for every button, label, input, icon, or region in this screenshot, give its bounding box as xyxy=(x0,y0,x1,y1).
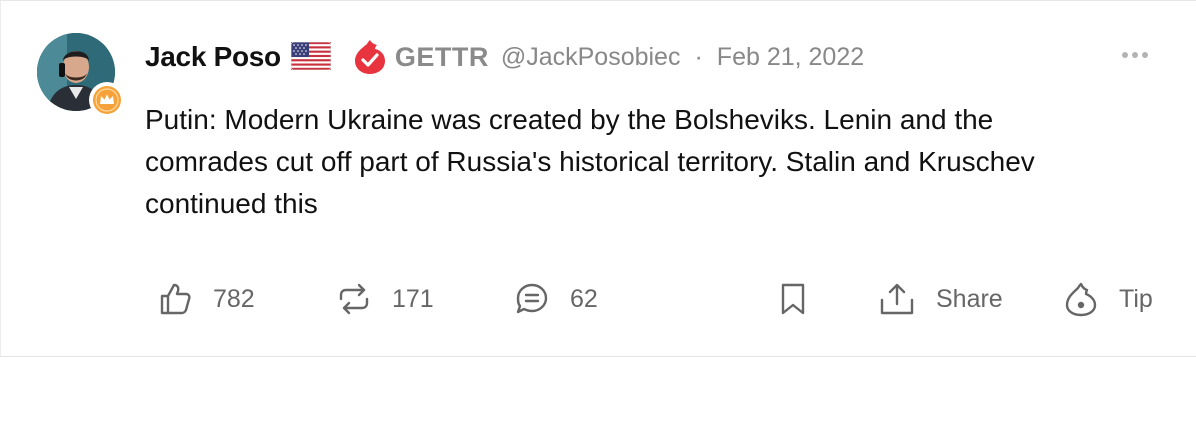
gettr-badge: GETTR xyxy=(353,39,489,75)
action-bar: 782 171 62 Share Tip xyxy=(1,271,1196,327)
like-count: 782 xyxy=(213,284,255,313)
repost-count: 171 xyxy=(392,284,434,313)
repost-icon xyxy=(339,283,369,315)
author-handle[interactable]: @JackPosobiec xyxy=(501,43,681,72)
comment-count: 62 xyxy=(570,284,598,313)
platform-label: GETTR xyxy=(394,41,489,72)
bookmark-icon xyxy=(781,283,805,315)
share-button[interactable]: Share xyxy=(878,271,1003,327)
more-icon[interactable] xyxy=(1113,43,1157,67)
gettr-verified-icon xyxy=(354,40,385,74)
more-dot xyxy=(1142,52,1148,58)
post-header: Jack Poso GETTR @JackPosobiec · Feb 21, … xyxy=(145,37,864,77)
comment-button[interactable]: 62 xyxy=(514,271,598,327)
like-icon xyxy=(160,283,191,315)
share-label: Share xyxy=(936,284,1003,313)
us-flag-icon xyxy=(290,41,332,75)
bookmark-button[interactable] xyxy=(779,271,807,327)
post-card[interactable]: Jack Poso GETTR @JackPosobiec · Feb 21, … xyxy=(0,0,1196,357)
more-dot xyxy=(1122,52,1128,58)
more-dot xyxy=(1132,52,1138,58)
post-text: Putin: Modern Ukraine was created by the… xyxy=(145,104,1035,219)
tip-icon xyxy=(1065,282,1097,317)
tip-label: Tip xyxy=(1119,284,1153,313)
share-icon xyxy=(880,283,914,315)
repost-button[interactable]: 171 xyxy=(336,271,434,327)
separator-dot: · xyxy=(694,42,703,71)
crown-badge xyxy=(89,82,125,118)
like-button[interactable]: 782 xyxy=(159,271,255,327)
post-date[interactable]: Feb 21, 2022 xyxy=(717,43,864,72)
tip-button[interactable]: Tip xyxy=(1063,271,1153,327)
crown-icon xyxy=(93,86,121,114)
comment-icon xyxy=(516,283,548,314)
author-name[interactable]: Jack Poso xyxy=(145,41,281,73)
